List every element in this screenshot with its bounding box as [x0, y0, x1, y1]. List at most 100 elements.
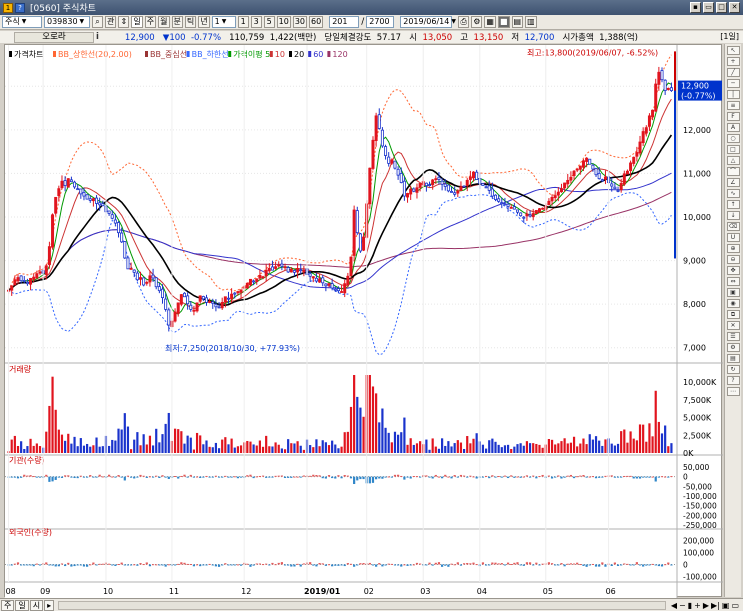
interest-button[interactable]: 관	[105, 16, 117, 28]
hline-tool-icon[interactable]: ─	[726, 79, 740, 88]
line-tool-icon[interactable]: ╱	[726, 68, 740, 77]
count-stepper[interactable]: 201	[329, 16, 360, 28]
institution-bar	[302, 475, 305, 477]
tab-scroll-arrow[interactable]: ▸	[44, 599, 55, 611]
candle-body	[126, 257, 130, 270]
market-select[interactable]: 주식 ▼	[2, 16, 42, 28]
chart-area[interactable]: 13,00012,00011,00010,0009,0008,0007,0005…	[4, 44, 723, 598]
period-year-button[interactable]: 년	[198, 16, 210, 28]
window-menu-button[interactable]: ▪	[690, 2, 701, 13]
window-maximize-button[interactable]: □	[716, 2, 727, 13]
period-minute-button[interactable]: 분	[171, 16, 183, 28]
period-month-button[interactable]: 월	[158, 16, 170, 28]
help-tool-icon[interactable]: ?	[726, 376, 740, 385]
list-tool-icon[interactable]: ☰	[726, 332, 740, 341]
settings-icon[interactable]: ⚙	[471, 16, 483, 28]
vline-tool-icon[interactable]: │	[726, 90, 740, 99]
settings-tool-icon[interactable]: ⚙	[726, 343, 740, 352]
minute-preset-10[interactable]: 10	[276, 16, 291, 28]
erase-tool-icon[interactable]: ⌫	[726, 222, 740, 231]
visibility-tool-icon[interactable]: ◉	[726, 299, 740, 308]
minute-preset-1[interactable]: 1	[237, 16, 249, 28]
copy-tool-icon[interactable]: ⧉	[726, 310, 740, 319]
magnet-tool-icon[interactable]: U	[726, 233, 740, 242]
save-tool-icon[interactable]: ▤	[726, 354, 740, 363]
institution-bar	[221, 476, 224, 478]
volume-bar	[167, 412, 170, 453]
fibonacci-tool-icon[interactable]: F	[726, 112, 740, 121]
zoom-in-tool-icon[interactable]: ⊕	[726, 244, 740, 253]
fill-icon[interactable]: ■	[497, 16, 510, 28]
stock-chart[interactable]: 13,00012,00011,00010,0009,0008,0007,0005…	[5, 45, 723, 598]
tab-day[interactable]: 일	[15, 599, 29, 611]
grid-icon[interactable]: ▦	[484, 16, 496, 28]
foreign-bar	[271, 562, 274, 565]
lock-tool-icon[interactable]: ▣	[726, 288, 740, 297]
cycle-tool-icon[interactable]: ∿	[726, 189, 740, 198]
tab-hour[interactable]: 시	[29, 599, 44, 611]
volume-bar	[419, 441, 422, 453]
scroll-right-icon[interactable]: ▶	[703, 601, 709, 610]
interval-select[interactable]: 1 ▼	[211, 16, 236, 28]
scroll-end-icon[interactable]: ▶|	[711, 601, 720, 610]
foreign-bar	[32, 564, 35, 567]
pan-tool-icon[interactable]: ✥	[726, 266, 740, 275]
fit-icon[interactable]: ▮	[688, 601, 692, 610]
delete-tool-icon[interactable]: ✕	[726, 321, 740, 330]
tab-week[interactable]: 주	[1, 599, 15, 611]
up-down-icon[interactable]: ⇕	[118, 16, 130, 28]
search-icon[interactable]: ⌕	[92, 16, 103, 28]
minute-preset-3[interactable]: 3	[250, 16, 262, 28]
up-arrow-tool-icon[interactable]: ↑	[726, 200, 740, 209]
window-icon[interactable]: ▭	[731, 601, 739, 610]
minute-preset-30[interactable]: 30	[292, 16, 307, 28]
zoom-in-icon[interactable]: +	[694, 601, 701, 610]
volume-bar	[497, 444, 500, 453]
period-tick-button[interactable]: 틱	[184, 16, 197, 28]
triangle-tool-icon[interactable]: △	[726, 156, 740, 165]
text-tool-icon[interactable]: A	[726, 123, 740, 132]
circle-tool-icon[interactable]: ○	[726, 134, 740, 143]
foreign-bar	[236, 564, 240, 566]
info-icon[interactable]: i	[96, 32, 99, 42]
more-tool-icon[interactable]: ⋯	[726, 387, 740, 396]
down-arrow-tool-icon[interactable]: ↓	[726, 211, 740, 220]
stock-code-input[interactable]: 039830 ▼	[44, 16, 90, 28]
candle-body	[434, 178, 438, 181]
foreign-bar	[532, 564, 535, 566]
stock-name[interactable]: 오로라	[14, 31, 94, 43]
angle-tool-icon[interactable]: ∠	[726, 178, 740, 187]
window-close-button[interactable]: ✕	[729, 2, 740, 13]
period-week-button[interactable]: 주	[144, 16, 157, 28]
channel-tool-icon[interactable]: ≡	[726, 101, 740, 110]
foreign-bar	[547, 562, 551, 565]
help-icon[interactable]: ?	[15, 2, 25, 13]
foreign-bar	[660, 564, 664, 567]
volume-bar	[598, 440, 601, 453]
print-icon[interactable]: ⎙	[458, 16, 470, 28]
date-select[interactable]: 2019/06/14 ▼	[400, 16, 456, 28]
zoom-out-tool-icon[interactable]: ⊖	[726, 255, 740, 264]
volume-bar	[660, 433, 664, 453]
window-restore-button[interactable]: ▭	[703, 2, 714, 13]
scroll-lock-icon[interactable]: ▣	[722, 601, 730, 610]
scroll-left-icon[interactable]: ◀	[671, 601, 677, 610]
institution-bar	[343, 474, 346, 477]
period-day-button[interactable]: 일	[131, 16, 143, 28]
save-icon[interactable]: ▤	[511, 16, 524, 28]
candle-body	[35, 273, 39, 279]
chart-scrollbar[interactable]	[58, 600, 666, 610]
refresh-tool-icon[interactable]: ↻	[726, 365, 740, 374]
volume-bar	[648, 423, 651, 453]
crosshair-tool-icon[interactable]: +	[726, 57, 740, 66]
arrow-tool-icon[interactable]: ↖	[726, 46, 740, 55]
minute-preset-5[interactable]: 5	[263, 16, 275, 28]
arc-tool-icon[interactable]: ⌒	[726, 167, 740, 176]
minute-preset-60[interactable]: 60	[309, 16, 324, 28]
zoom-out-icon[interactable]: −	[679, 601, 686, 610]
rect-tool-icon[interactable]: □	[726, 145, 740, 154]
layout-icon[interactable]: ▥	[525, 16, 537, 28]
institution-bar	[397, 474, 400, 477]
measure-tool-icon[interactable]: ⇔	[726, 277, 740, 286]
institution-bar	[173, 476, 177, 478]
